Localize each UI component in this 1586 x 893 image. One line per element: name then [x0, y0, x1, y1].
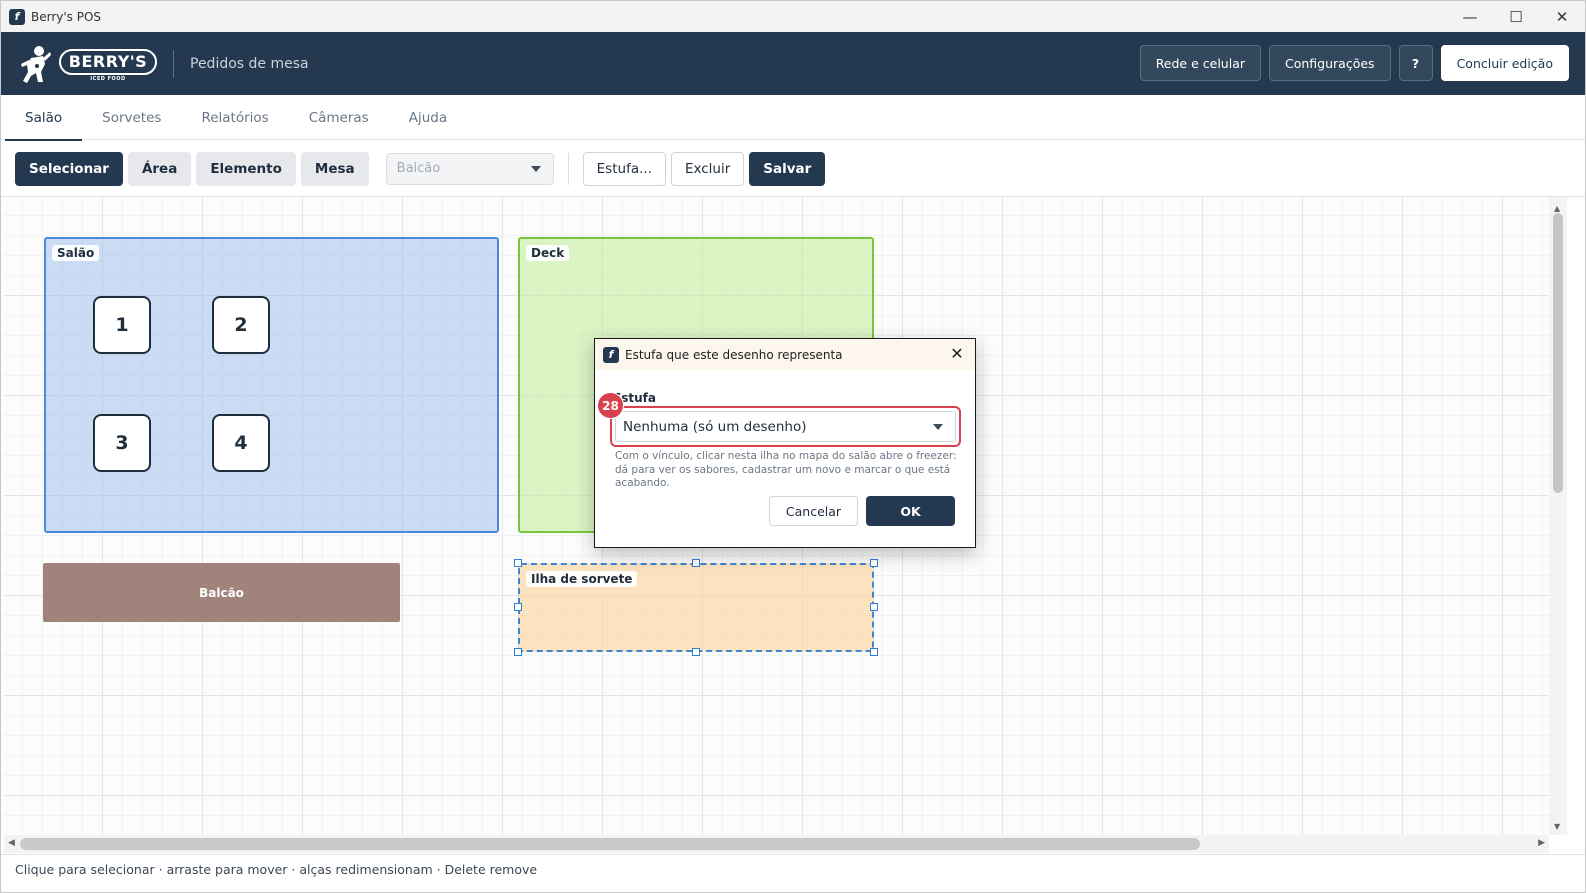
tab-cameras[interactable]: Câmeras [289, 95, 389, 140]
header-divider [173, 49, 174, 78]
app-header: BERRY'S ICED FOOD Pedidos de mesa Rede e… [1, 32, 1585, 95]
table-tool-button[interactable]: Mesa [300, 151, 369, 186]
resize-handle-nw[interactable] [514, 559, 522, 567]
element-tool-button[interactable]: Elemento [196, 151, 296, 186]
toolbar-divider [567, 152, 569, 185]
mascot-icon [21, 45, 51, 83]
logo-wordmark: BERRY'S ICED FOOD [59, 46, 157, 82]
horizontal-scrollbar[interactable]: ◀ ▶ [4, 835, 1549, 853]
scroll-down-icon[interactable]: ▼ [1554, 822, 1560, 831]
window-controls: — ☐ ✕ [1447, 1, 1585, 32]
resize-handle-sw[interactable] [514, 648, 522, 656]
chevron-down-icon [530, 165, 541, 172]
step-badge: 28 [597, 392, 624, 419]
finish-editing-button[interactable]: Concluir edição [1440, 45, 1569, 81]
table-3[interactable]: 3 [93, 414, 151, 472]
resize-handle-ne[interactable] [870, 559, 878, 567]
scroll-up-icon[interactable]: ▲ [1554, 204, 1560, 213]
app-window: f Berry's POS — ☐ ✕ BERRY'S ICED FOOD Pe… [0, 0, 1586, 893]
freezer-link-dialog: f Estufa que este desenho representa ✕ E… [594, 338, 976, 548]
freezer-select-value: Nenhuma (só um desenho) [623, 418, 807, 435]
select-tool-button[interactable]: Selecionar [15, 151, 123, 186]
area-ilha-sorvete[interactable]: Ilha de sorvete [518, 563, 874, 652]
chevron-down-icon [933, 424, 943, 430]
area-label: Ilha de sorvete [526, 571, 638, 587]
tab-salao[interactable]: Salão [5, 95, 83, 141]
close-icon[interactable]: ✕ [947, 344, 967, 364]
resize-handle-n[interactable] [692, 559, 700, 567]
app-icon: f [9, 8, 25, 25]
save-button[interactable]: Salvar [749, 151, 826, 186]
header-actions: Rede e celular Configurações ? Concluir … [1139, 45, 1569, 81]
main-tabs: Salão Sorvetes Relatórios Câmeras Ajuda [1, 95, 1585, 141]
header-subtitle: Pedidos de mesa [190, 55, 309, 72]
area-tool-button[interactable]: Área [127, 151, 192, 186]
window-title: Berry's POS [31, 9, 102, 24]
freezer-button[interactable]: Estufa... [582, 151, 666, 186]
logo-text: BERRY'S [59, 48, 157, 75]
settings-button[interactable]: Configurações [1269, 45, 1391, 81]
tab-sorvetes[interactable]: Sorvetes [82, 95, 181, 140]
logo-subtext: ICED FOOD [90, 75, 126, 82]
dialog-title: Estufa que este desenho representa [625, 347, 843, 362]
network-button[interactable]: Rede e celular [1139, 45, 1261, 81]
table-2[interactable]: 2 [212, 296, 270, 354]
scroll-left-icon[interactable]: ◀ [8, 838, 15, 848]
resize-handle-w[interactable] [514, 603, 522, 611]
ok-button[interactable]: OK [866, 496, 955, 526]
logo: BERRY'S ICED FOOD [17, 42, 157, 86]
tab-ajuda[interactable]: Ajuda [389, 95, 467, 140]
area-label: Deck [526, 245, 570, 261]
element-type-value: Balcão [396, 161, 441, 176]
help-button[interactable]: ? [1398, 45, 1433, 81]
maximize-icon[interactable]: ☐ [1493, 1, 1539, 32]
vertical-scroll-thumb[interactable] [1553, 213, 1563, 493]
resize-handle-e[interactable] [870, 603, 878, 611]
vertical-scrollbar[interactable]: ▲ ▼ [1549, 197, 1567, 835]
scroll-right-icon[interactable]: ▶ [1538, 838, 1545, 848]
freezer-select[interactable]: Nenhuma (só um desenho) [615, 411, 956, 442]
counter-element[interactable]: Balcão [43, 563, 400, 622]
table-1[interactable]: 1 [93, 296, 151, 354]
delete-button[interactable]: Excluir [670, 151, 745, 186]
element-type-select[interactable]: Balcão [385, 152, 554, 185]
table-4[interactable]: 4 [212, 414, 270, 472]
dialog-title-bar: f Estufa que este desenho representa ✕ [595, 339, 975, 370]
app-icon: f [603, 346, 619, 363]
cancel-button[interactable]: Cancelar [769, 496, 858, 526]
tab-relatorios[interactable]: Relatórios [181, 95, 288, 140]
horizontal-scroll-thumb[interactable] [20, 838, 1200, 850]
status-bar: Clique para selecionar · arraste para mo… [1, 854, 1585, 884]
editor-toolbar: Selecionar Área Elemento Mesa Balcão Est… [1, 141, 1585, 197]
area-label: Salão [52, 245, 100, 261]
close-icon[interactable]: ✕ [1539, 1, 1585, 32]
resize-handle-s[interactable] [692, 648, 700, 656]
dialog-help-text: Com o vínculo, clicar nesta ilha no mapa… [615, 450, 957, 489]
minimize-icon[interactable]: — [1447, 1, 1493, 32]
title-bar: f Berry's POS — ☐ ✕ [1, 1, 1585, 32]
resize-handle-se[interactable] [870, 648, 878, 656]
area-salao[interactable]: Salão [44, 237, 499, 533]
